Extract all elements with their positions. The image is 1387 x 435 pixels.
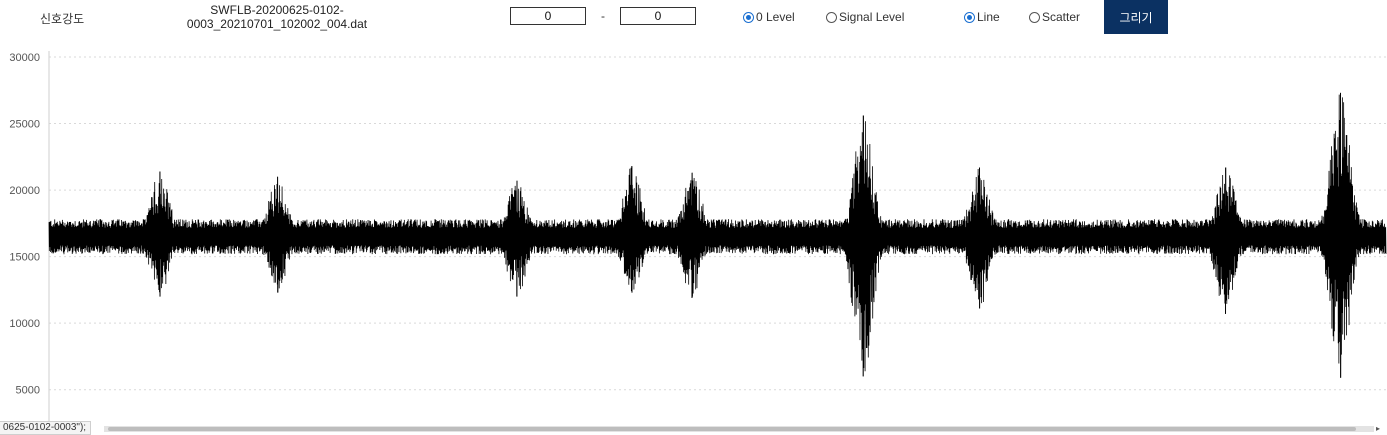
draw-button[interactable]: 그리기 [1104,0,1168,34]
radio-line[interactable]: Line [964,10,1000,24]
radio-zero-level-dot[interactable] [743,11,754,23]
radio-zero-level[interactable]: 0 Level [743,10,795,24]
horizontal-scrollbar-thumb[interactable] [108,427,1356,431]
radio-zero-level-label: 0 Level [756,10,795,24]
y-tick-label: 25000 [9,119,40,131]
y-tick-label: 30000 [9,52,40,64]
radio-scatter-label: Scatter [1042,10,1081,24]
file-name: SWFLB-20200625-0102-0003_20210701_102002… [186,3,368,31]
radio-scatter[interactable]: Scatter [1029,10,1080,24]
tooltip-fragment: 0625-0102-0003"); [0,421,92,435]
y-tick-label: 5000 [16,385,40,397]
radio-line-dot[interactable] [964,11,975,23]
signal-strength-label: 신호강도 [40,12,85,26]
y-tick-label: 15000 [9,252,40,264]
range-separator: - [601,9,605,23]
range-from-input[interactable] [510,7,586,25]
radio-signal-level-label: Signal Level [839,10,905,24]
signal-series [48,92,1387,378]
y-tick-label: 20000 [9,185,40,197]
range-to-input[interactable] [620,7,696,25]
radio-line-label: Line [977,10,1000,24]
radio-signal-level-dot[interactable] [826,11,837,23]
radio-signal-level[interactable]: Signal Level [826,10,904,24]
y-axis: 5000 10000 15000 20000 25000 30000 [9,51,50,426]
signal-chart: 5000 10000 15000 20000 25000 30000 [9,51,1387,426]
toolbar: 신호강도 SWFLB-20200625-0102-0003_20210701_1… [0,0,1387,40]
signal-line [48,92,1387,378]
radio-scatter-dot[interactable] [1029,11,1040,23]
y-tick-label: 10000 [9,318,40,330]
